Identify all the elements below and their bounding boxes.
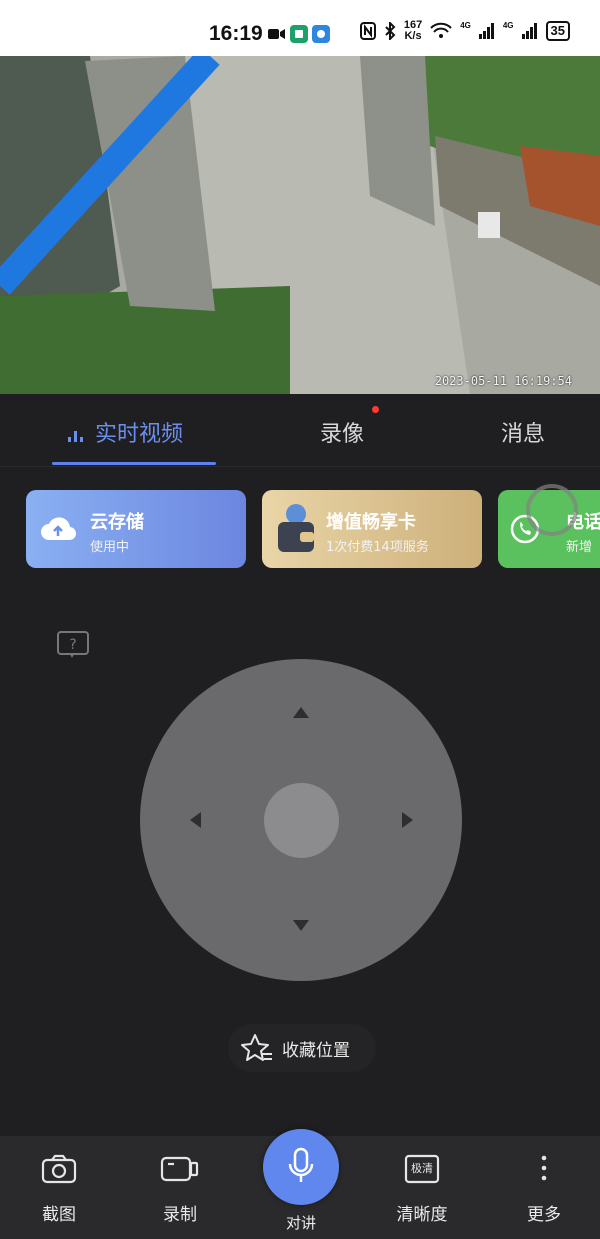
talk-label: 对讲: [285, 1214, 316, 1232]
quality-badge: 极清: [411, 1162, 433, 1175]
tab-live-video-label: 实时视频: [95, 422, 184, 447]
status-bar: 16:19 167 K/s 4G 4G 35: [0, 0, 600, 56]
phone-alert-subtitle: 新增: [566, 540, 593, 555]
question-icon[interactable]: ?: [56, 630, 92, 660]
pan-left-icon[interactable]: [190, 812, 201, 828]
joystick-knob[interactable]: [264, 783, 339, 858]
more-label: 更多: [527, 1205, 561, 1225]
quality-button[interactable]: 极清 清晰度: [372, 1136, 472, 1239]
record-label: 录制: [163, 1205, 197, 1225]
quality-label: 清晰度: [396, 1205, 448, 1225]
svg-text:?: ?: [69, 637, 76, 653]
loading-ring: [526, 484, 578, 536]
bluetooth-icon: [385, 22, 396, 40]
app-notification-icon: [290, 25, 308, 43]
save-position-button[interactable]: 收藏位置: [228, 1024, 376, 1072]
cloud-upload-icon: [41, 517, 76, 541]
tab-recordings-label: 录像: [320, 422, 365, 447]
pan-right-icon[interactable]: [402, 812, 413, 828]
value-added-card[interactable]: 增值畅享卡 1次付费14项服务: [262, 490, 482, 568]
active-tab-indicator: [52, 462, 216, 465]
more-vertical-icon: [541, 1155, 547, 1181]
value-added-subtitle: 1次付费14项服务: [326, 540, 429, 555]
cloud-storage-status: 使用中: [90, 540, 130, 555]
cloud-storage-title: 云存储: [90, 512, 144, 533]
signal-1-label: 4G: [460, 20, 471, 30]
cloud-storage-card[interactable]: 云存储 使用中: [26, 490, 246, 568]
ptz-joystick[interactable]: [140, 659, 462, 981]
star-list-icon: [241, 1034, 272, 1061]
tab-messages-label: 消息: [501, 422, 546, 447]
nfc-icon: [359, 22, 376, 40]
camera-timestamp: 2023-05-11 16:19:54: [434, 374, 572, 388]
tab-bar: 实时视频 录像 消息: [0, 394, 600, 466]
signal-strength-2-icon: [521, 23, 537, 39]
save-position-label: 收藏位置: [282, 1040, 350, 1061]
camera-icon: [41, 1154, 77, 1184]
signal-bars-icon: [68, 431, 83, 442]
video-camera-icon: [268, 29, 285, 39]
tab-live-video[interactable]: 实时视频: [66, 416, 183, 448]
microphone-icon: [288, 1147, 314, 1182]
pan-down-icon[interactable]: [293, 920, 309, 931]
status-time: 16:19: [209, 22, 263, 45]
camera-scene: [0, 56, 600, 394]
network-speed: 167 K/s: [403, 19, 423, 42]
more-button[interactable]: 更多: [494, 1136, 594, 1239]
status-indicators: 167 K/s 4G 4G 35: [359, 19, 570, 42]
wallet-icon: [278, 504, 314, 552]
weather-app-icon: [312, 25, 330, 43]
tab-recordings[interactable]: 录像: [320, 416, 364, 448]
tab-messages[interactable]: 消息: [501, 416, 545, 448]
wifi-icon: [430, 22, 452, 38]
talk-button[interactable]: [263, 1129, 339, 1205]
screenshot-button[interactable]: 截图: [9, 1136, 109, 1239]
screenshot-label: 截图: [42, 1205, 76, 1225]
pan-up-icon[interactable]: [293, 707, 309, 718]
battery-level: 35: [545, 21, 570, 41]
live-camera-feed[interactable]: 2023-05-11 16:19:54: [0, 56, 600, 394]
record-button[interactable]: 录制: [130, 1136, 230, 1239]
value-added-title: 增值畅享卡: [326, 512, 416, 533]
signal-strength-1-icon: [478, 23, 494, 39]
signal-2-label: 4G: [502, 20, 514, 30]
divider: [0, 466, 600, 467]
recordings-badge-dot: [372, 406, 379, 413]
video-record-icon: [160, 1156, 199, 1182]
